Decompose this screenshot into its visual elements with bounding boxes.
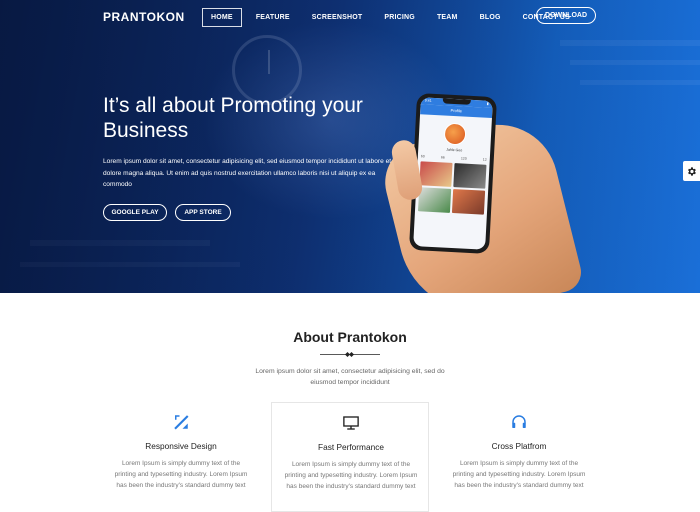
- google-play-button[interactable]: GOOGLE PLAY: [103, 204, 167, 221]
- hero-description: Lorem ipsum dolor sit amet, consectetur …: [103, 158, 392, 188]
- main-nav: HOME FEATURE SCREENSHOT PRICING TEAM BLO…: [202, 8, 584, 27]
- nav-team[interactable]: TEAM: [429, 9, 466, 26]
- nav-pricing[interactable]: PRICING: [376, 9, 423, 26]
- stat-value: 12: [482, 157, 487, 162]
- settings-toggle[interactable]: [683, 161, 700, 181]
- hero-shade: [0, 0, 700, 293]
- nav-blog[interactable]: BLOG: [472, 9, 509, 26]
- app-store-button[interactable]: APP STORE: [175, 204, 231, 221]
- design-tools-icon: [174, 415, 189, 430]
- photo-thumb: [451, 189, 486, 215]
- feature-card-responsive: Responsive Design Lorem Ipsum is simply …: [102, 402, 260, 512]
- brand-logo[interactable]: PRANTOKON: [103, 10, 185, 24]
- feature-title: Responsive Design: [145, 441, 217, 451]
- stat-value: 60: [420, 154, 425, 159]
- profile-name: Jahle Geo: [446, 147, 463, 153]
- feature-title: Cross Platfrom: [491, 441, 547, 451]
- monitor-icon: [343, 416, 359, 430]
- nav-feature[interactable]: FEATURE: [248, 9, 298, 26]
- phone-screen: 9:41 ▮ Profile Jahle Geo 60 66 120 12: [413, 97, 493, 250]
- profile-stats: 60 66 120 12: [421, 154, 487, 161]
- download-button[interactable]: DOWNLOAD: [536, 7, 596, 24]
- gear-icon: [688, 166, 696, 176]
- photo-thumb: [417, 187, 452, 213]
- hero-section: PRANTOKON HOME FEATURE SCREENSHOT PRICIN…: [0, 0, 700, 293]
- feature-text: Lorem Ipsum is simply dummy text of the …: [284, 461, 418, 490]
- hero-title: It’s all about Promoting your Business: [103, 94, 363, 142]
- about-subtitle: Lorem ipsum dolor sit amet, consectetur …: [255, 368, 445, 386]
- stat-value: 120: [460, 156, 467, 161]
- phone-mockup: 9:41 ▮ Profile Jahle Geo 60 66 120 12: [408, 93, 498, 254]
- stat-value: 66: [440, 155, 445, 160]
- feature-card-cross-platform: Cross Platfrom Lorem Ipsum is simply dum…: [440, 402, 598, 512]
- photo-thumb: [419, 161, 453, 187]
- nav-screenshot[interactable]: SCREENSHOT: [304, 9, 371, 26]
- feature-card-performance: Fast Performance Lorem Ipsum is simply d…: [271, 402, 429, 512]
- phone-time: 9:41: [424, 98, 432, 103]
- feature-title: Fast Performance: [318, 442, 384, 452]
- title-divider: [320, 352, 380, 357]
- feature-text: Lorem Ipsum is simply dummy text of the …: [452, 460, 586, 489]
- photo-thumb: [453, 163, 487, 189]
- battery-icon: ▮: [486, 101, 489, 106]
- about-title: About Prantokon: [293, 329, 407, 345]
- nav-home[interactable]: HOME: [202, 8, 242, 27]
- headset-icon: [512, 415, 526, 428]
- feature-text: Lorem Ipsum is simply dummy text of the …: [114, 460, 248, 489]
- profile-avatar: [443, 122, 467, 146]
- photo-grid: [417, 161, 487, 215]
